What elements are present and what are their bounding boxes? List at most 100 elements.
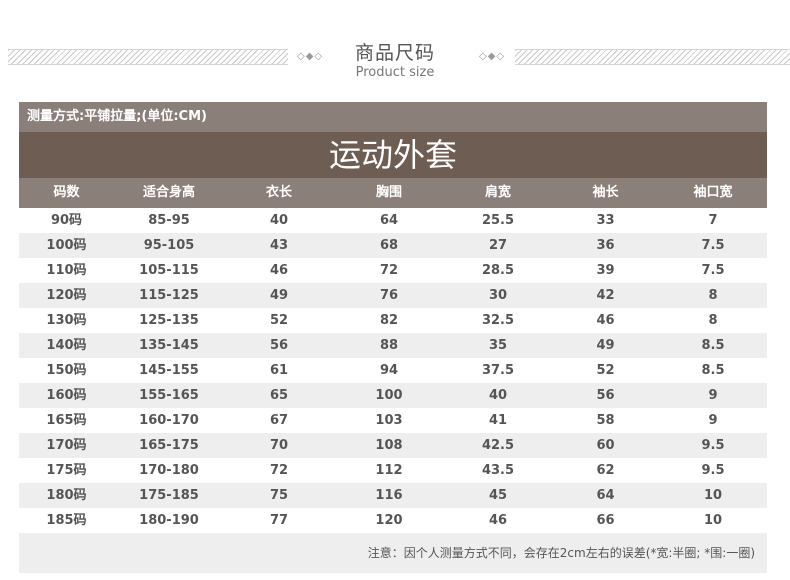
table-cell: 58 — [596, 413, 615, 428]
table-cell: 165-175 — [139, 438, 199, 453]
table-cell: 72 — [269, 463, 289, 478]
table-cell: 175-185 — [139, 488, 199, 503]
table-cell: 33 — [596, 213, 615, 228]
table-cell: 52 — [596, 363, 615, 378]
table-cell: 7 — [708, 213, 718, 228]
table-cell: 185码 — [46, 513, 87, 528]
table-cell: 35 — [488, 338, 508, 353]
table-cell: 49 — [269, 288, 289, 303]
table-cell: 43.5 — [481, 463, 515, 478]
table-cell: 10 — [703, 513, 723, 528]
table-cell: 77 — [269, 513, 289, 528]
table-header-row: 码数 适合身高 衣长 胸围 肩宽 袖长 袖口宽 — [19, 178, 767, 208]
table-cell: 155-165 — [139, 388, 199, 403]
table-cell: 125-135 — [139, 313, 199, 328]
table-cell: 40 — [488, 388, 508, 403]
column-header: 袖口宽 — [693, 185, 733, 200]
table-cell: 52 — [269, 313, 289, 328]
column-header: 胸围 — [375, 185, 402, 200]
table-row: 90码 85-95 40 64 25.5 33 7 — [19, 208, 767, 233]
table-cell: 46 — [488, 513, 508, 528]
diamond-icon-right: ◇◆◇ — [479, 51, 506, 62]
table-cell: 30 — [488, 288, 508, 303]
table-row: 130码 125-135 52 82 32.5 46 8 — [19, 308, 767, 333]
table-cell: 95-105 — [143, 238, 195, 253]
table-row: 150码 145-155 61 94 37.5 52 8.5 — [19, 358, 767, 383]
table-cell: 46 — [269, 263, 289, 278]
decorative-stripe-right — [515, 49, 790, 65]
table-cell: 94 — [379, 363, 399, 378]
table-cell: 43 — [269, 238, 289, 253]
table-cell: 8.5 — [701, 338, 725, 353]
column-header: 袖长 — [592, 185, 619, 200]
table-cell: 68 — [379, 238, 399, 253]
table-cell: 112 — [375, 463, 403, 478]
table-cell: 60 — [596, 438, 615, 453]
decorative-stripe-left — [8, 49, 288, 65]
table-row: 175码 170-180 72 112 43.5 62 9.5 — [19, 458, 767, 483]
table-cell: 28.5 — [481, 263, 515, 278]
table-cell: 27 — [488, 238, 508, 253]
table-cell: 25.5 — [481, 213, 515, 228]
table-cell: 10 — [703, 488, 723, 503]
table-cell: 180码 — [46, 488, 87, 503]
table-cell: 135-145 — [139, 338, 199, 353]
table-cell: 40 — [269, 213, 289, 228]
table-cell: 8.5 — [701, 363, 725, 378]
page-header: ◇◆◇ 商品尺码 Product size ◇◆◇ — [0, 0, 790, 100]
table-cell: 110码 — [46, 263, 87, 278]
table-cell: 175码 — [46, 463, 87, 478]
table-row: 160码 155-165 65 100 40 56 9 — [19, 383, 767, 408]
table-row: 100码 95-105 43 68 27 36 7.5 — [19, 233, 767, 258]
table-cell: 70 — [269, 438, 289, 453]
table-row: 185码 180-190 77 120 46 66 10 — [19, 508, 767, 533]
table-cell: 64 — [596, 488, 615, 503]
table-cell: 9.5 — [701, 438, 725, 453]
table-cell: 180-190 — [139, 513, 199, 528]
table-cell: 36 — [596, 238, 615, 253]
table-body: 90码 85-95 40 64 25.5 33 7 100码 95-105 43 68 27 36 7.5… — [19, 208, 767, 533]
table-row: 120码 115-125 49 76 30 42 8 — [19, 283, 767, 308]
table-note: 注意：因个人测量方式不同，会存在2cm左右的误差(*宽:半圈; *围:一圈) — [19, 533, 767, 573]
table-cell: 46 — [596, 313, 615, 328]
table-cell: 32.5 — [481, 313, 515, 328]
table-row: 180码 175-185 75 116 45 64 10 — [19, 483, 767, 508]
table-row: 165码 160-170 67 103 41 58 9 — [19, 408, 767, 433]
table-row: 170码 165-175 70 108 42.5 60 9.5 — [19, 433, 767, 458]
table-cell: 108 — [375, 438, 403, 453]
table-cell: 67 — [269, 413, 289, 428]
page-subtitle: Product size — [355, 65, 435, 80]
table-cell: 42.5 — [481, 438, 515, 453]
size-table: 测量方式:平铺拉量;(单位:CM) 运动外套 码数 适合身高 衣长 胸围 肩宽 … — [19, 102, 767, 573]
table-cell: 37.5 — [481, 363, 515, 378]
table-title: 运动外套 — [19, 132, 767, 178]
table-cell: 140码 — [46, 338, 87, 353]
table-cell: 100码 — [46, 238, 87, 253]
table-cell: 75 — [269, 488, 289, 503]
table-cell: 116 — [375, 488, 403, 503]
table-cell: 150码 — [46, 363, 87, 378]
table-cell: 64 — [379, 213, 399, 228]
table-cell: 160码 — [46, 388, 87, 403]
column-header: 衣长 — [265, 185, 292, 200]
table-cell: 130码 — [46, 313, 87, 328]
table-cell: 105-115 — [139, 263, 199, 278]
table-cell: 120码 — [46, 288, 87, 303]
table-cell: 66 — [596, 513, 615, 528]
table-cell: 39 — [596, 263, 615, 278]
table-cell: 90码 — [50, 213, 83, 228]
table-cell: 7.5 — [701, 238, 725, 253]
table-cell: 65 — [269, 388, 289, 403]
table-cell: 85-95 — [148, 213, 190, 228]
table-cell: 8 — [708, 288, 718, 303]
table-row: 110码 105-115 46 72 28.5 39 7.5 — [19, 258, 767, 283]
table-cell: 103 — [375, 413, 403, 428]
table-cell: 120 — [375, 513, 403, 528]
table-cell: 100 — [375, 388, 403, 403]
table-cell: 145-155 — [139, 363, 199, 378]
table-cell: 56 — [596, 388, 615, 403]
table-cell: 61 — [269, 363, 289, 378]
column-header: 适合身高 — [142, 185, 195, 200]
table-cell: 42 — [596, 288, 615, 303]
column-header: 码数 — [53, 185, 80, 200]
